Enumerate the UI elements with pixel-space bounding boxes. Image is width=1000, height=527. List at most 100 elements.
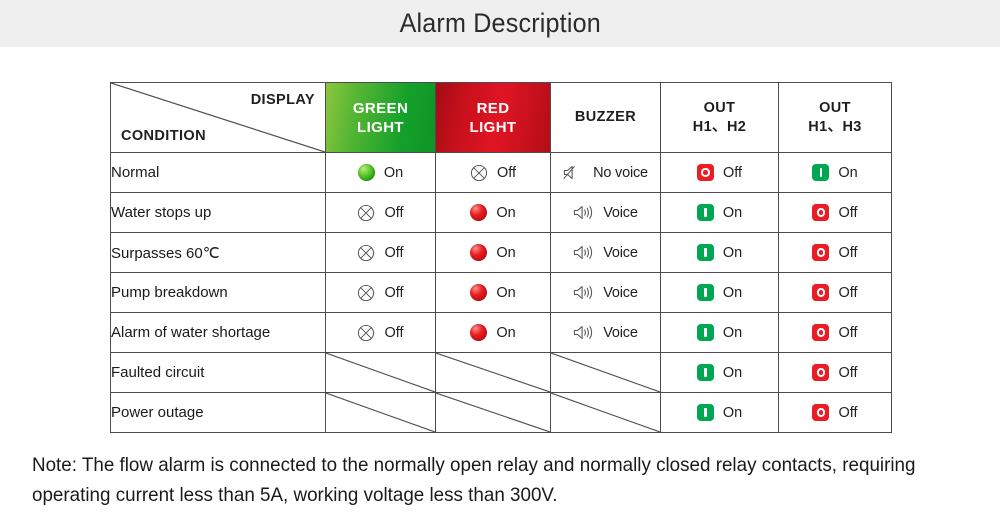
state-cell-buzzer: Voice [550,232,661,273]
state-indicator: Off [436,164,550,182]
state-label: Off [384,244,404,261]
switch-off-icon [812,204,830,221]
state-cell-out-h1-h3: Off [778,392,892,433]
switch-on-icon [696,364,714,381]
state-label: Off [838,364,858,381]
condition-cell: Alarm of water shortage [110,312,326,353]
alarm-description-table-wrapper: DISPLAY CONDITION GREEN LIGHT RED LIGHT … [110,82,892,433]
not-applicable-slash-icon [326,353,435,392]
state-cell-red-light: On [435,272,551,313]
state-label: On [722,324,743,341]
state-indicator: Off [779,364,891,381]
red-lamp-on-icon [470,204,488,221]
switch-on-glyph [704,328,707,337]
state-cell-out-h1-h2: On [660,312,779,353]
state-label: Voice [603,324,638,341]
state-indicator: On [779,164,891,181]
state-label: On [722,284,743,301]
header-condition-label: CONDITION [121,128,206,144]
state-label: On [383,164,404,181]
switch-off-icon [812,404,830,421]
condition-cell: Power outage [110,392,326,433]
not-applicable-slash-icon [551,393,660,432]
speaker-sound-icon [574,245,593,260]
state-cell-out-h1-h3: Off [778,192,892,233]
table-row: Pump breakdown Off On Voice On Off [110,272,892,313]
header-out-h1-h3-line2: H1、H3 [808,118,862,135]
state-indicator: Off [779,244,891,261]
table-row: Surpasses 60℃ Off On Voice On Off [110,232,892,273]
switch-on-icon [696,204,714,221]
state-indicator: On [661,284,778,301]
state-label: Off [722,164,743,181]
state-label: On [722,404,743,421]
state-indicator: Voice [551,244,660,261]
state-label: On [722,204,743,221]
state-cell-out-h1-h2: On [660,192,779,233]
header-buzzer: BUZZER [550,82,661,153]
table-row: Alarm of water shortage Off On Voice On Off [110,312,892,353]
state-label: Off [838,404,858,421]
not-applicable-slash-icon [326,393,435,432]
switch-on-icon [696,284,714,301]
switch-on-icon [812,164,830,181]
switch-on-icon [696,404,714,421]
page-header-banner: Alarm Description [0,0,1000,47]
switch-off-glyph [816,248,826,257]
header-green-light-line2: LIGHT [357,118,404,136]
state-cell-red-light: On [435,232,551,273]
state-indicator: On [436,324,550,341]
state-cell-buzzer: Voice [550,272,661,313]
switch-on-glyph [819,168,823,177]
header-red-light-line1: RED [476,99,510,117]
state-cell-out-h1-h3: Off [778,352,892,393]
condition-cell: Water stops up [110,192,326,233]
state-indicator: Voice [551,324,660,341]
not-applicable-cell [550,392,661,433]
state-label: No voice [593,164,648,181]
state-cell-out-h1-h2: On [660,352,779,393]
state-label: Off [838,244,858,261]
not-applicable-cell [325,392,436,433]
not-applicable-cell [435,352,551,393]
header-buzzer-line1: BUZZER [574,109,637,125]
not-applicable-cell [550,352,661,393]
state-label: Off [838,284,858,301]
switch-off-icon [812,244,830,261]
header-green-light: GREEN LIGHT [325,82,436,153]
state-cell-green-light: Off [325,192,436,233]
table-header-row: DISPLAY CONDITION GREEN LIGHT RED LIGHT … [110,82,892,153]
state-indicator: No voice [551,164,660,181]
state-label: Voice [603,204,638,221]
state-indicator: Off [779,404,891,421]
switch-off-glyph [816,208,826,217]
state-cell-out-h1-h3: Off [778,232,892,273]
state-cell-out-h1-h2: Off [660,152,779,193]
lamp-off-cross-icon [470,164,488,181]
header-display-label: DISPLAY [250,92,315,108]
condition-cell: Normal [110,152,326,193]
switch-off-icon [812,324,830,341]
condition-cell: Faulted circuit [110,352,326,393]
state-label: On [496,324,516,341]
switch-off-icon [812,364,830,381]
alarm-description-table: DISPLAY CONDITION GREEN LIGHT RED LIGHT … [110,82,892,433]
green-lamp-on-icon [357,164,375,181]
state-indicator: Off [661,164,778,181]
header-corner-cell: DISPLAY CONDITION [110,82,326,153]
header-out-h1-h2-line1: OUT [703,99,736,116]
lamp-off-cross-icon [358,244,375,261]
not-applicable-cell [435,392,551,433]
state-label: On [838,164,858,181]
table-body: Normal On Off No voice Off On Water stops up Of… [110,152,892,433]
header-out-h1-h2: OUT H1、H2 [660,82,779,153]
switch-off-glyph [816,288,826,297]
state-indicator: On [436,244,550,261]
switch-on-icon [696,324,714,341]
state-indicator: Voice [551,204,660,221]
state-label: Off [384,284,404,301]
switch-off-glyph [701,168,710,177]
state-cell-green-light: On [325,152,436,193]
red-lamp-on-icon [470,284,488,301]
switch-on-glyph [704,408,707,417]
